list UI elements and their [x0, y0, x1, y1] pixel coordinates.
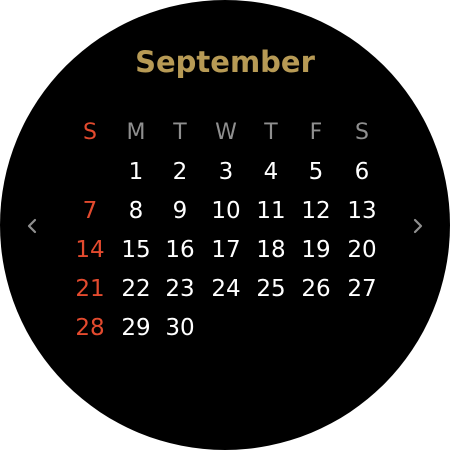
day-cell[interactable]: 11 — [249, 195, 293, 227]
weekday-header: M — [126, 120, 146, 145]
weekday-header: W — [215, 120, 237, 145]
day-cell[interactable]: 2 — [158, 156, 202, 188]
watch-face: September S M T W T F S 1 2 3 4 5 6 7 8 9 10 11 12 13 14 15 16… — [0, 0, 450, 450]
day-cell[interactable]: 25 — [249, 273, 293, 305]
day-cell[interactable]: 20 — [340, 234, 384, 266]
previous-month-button[interactable] — [22, 212, 42, 240]
day-cell[interactable]: 7 — [68, 195, 112, 227]
day-cell[interactable]: 9 — [158, 195, 202, 227]
day-cell[interactable]: 4 — [249, 156, 293, 188]
day-cell[interactable]: 6 — [340, 156, 384, 188]
day-cell[interactable]: 13 — [340, 195, 384, 227]
day-cell[interactable]: 5 — [294, 156, 338, 188]
calendar-grid: S M T W T F S 1 2 3 4 5 6 7 8 9 10 11 12 13 14 15 16 17 18 19 20 21… — [0, 0, 450, 450]
weekday-header: T — [264, 120, 278, 145]
chevron-left-icon — [26, 217, 38, 235]
day-cell[interactable]: 3 — [204, 156, 248, 188]
next-month-button[interactable] — [408, 212, 428, 240]
chevron-right-icon — [412, 217, 424, 235]
day-cell[interactable]: 18 — [249, 234, 293, 266]
day-cell[interactable]: 19 — [294, 234, 338, 266]
day-cell[interactable]: 22 — [114, 273, 158, 305]
weekday-header: F — [309, 120, 323, 145]
weekday-header: S — [355, 120, 369, 145]
weekday-header: S — [83, 120, 97, 145]
day-cell[interactable]: 1 — [114, 156, 158, 188]
day-cell[interactable]: 23 — [158, 273, 202, 305]
day-cell[interactable]: 28 — [68, 312, 112, 344]
day-cell[interactable]: 29 — [114, 312, 158, 344]
day-cell[interactable]: 15 — [114, 234, 158, 266]
weekday-header: T — [173, 120, 187, 145]
day-cell[interactable]: 27 — [340, 273, 384, 305]
day-cell[interactable]: 14 — [68, 234, 112, 266]
day-cell[interactable]: 10 — [204, 195, 248, 227]
day-cell[interactable]: 17 — [204, 234, 248, 266]
day-cell[interactable]: 26 — [294, 273, 338, 305]
day-cell[interactable]: 30 — [158, 312, 202, 344]
day-cell[interactable]: 24 — [204, 273, 248, 305]
day-cell[interactable]: 12 — [294, 195, 338, 227]
day-cell[interactable]: 16 — [158, 234, 202, 266]
day-cell[interactable]: 8 — [114, 195, 158, 227]
day-cell[interactable]: 21 — [68, 273, 112, 305]
